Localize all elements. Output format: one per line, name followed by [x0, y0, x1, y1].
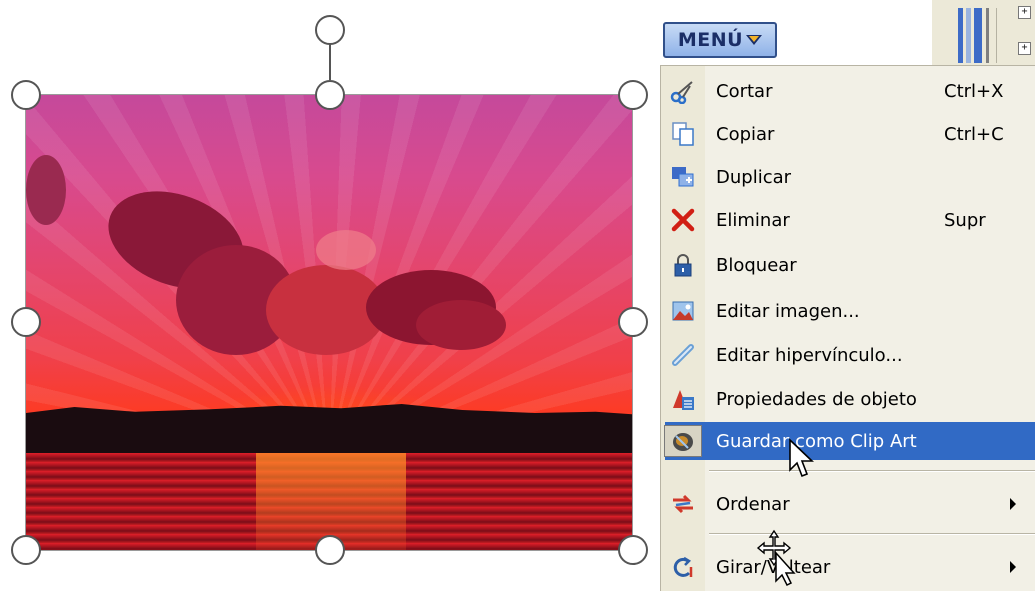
- submenu-arrow-icon: [1010, 498, 1016, 510]
- shortcut-text: Ctrl+C: [944, 123, 1004, 145]
- shortcut-text: Ctrl+X: [944, 80, 1004, 102]
- hyperlink-icon: [665, 340, 701, 370]
- menu-item-lock[interactable]: Bloquear: [665, 246, 1035, 284]
- arrange-icon: [665, 489, 701, 519]
- menu-item-label: Ordenar: [716, 493, 790, 515]
- menu-item-edit-hyperlink[interactable]: Editar hipervínculo...: [665, 336, 1035, 374]
- menu-item-delete[interactable]: Eliminar Supr: [665, 201, 1035, 239]
- menu-item-copy[interactable]: Copiar Ctrl+C: [665, 115, 1035, 153]
- menu-item-duplicate[interactable]: Duplicar: [665, 158, 1035, 196]
- rotation-handle-line: [329, 44, 331, 80]
- mouse-pointer-icon: [789, 438, 814, 478]
- copy-icon: [665, 119, 701, 149]
- scissors-icon: [665, 76, 701, 106]
- menu-item-arrange[interactable]: Ordenar: [665, 485, 1035, 523]
- dropdown-arrow-icon: [746, 35, 763, 45]
- rotation-handle[interactable]: [315, 15, 345, 45]
- menu-item-label: Guardar como Clip Art: [716, 430, 917, 452]
- resize-handle-bottom-left[interactable]: [11, 535, 41, 565]
- menu-item-label: Editar hipervínculo...: [716, 344, 903, 366]
- resize-handle-right[interactable]: [618, 307, 648, 337]
- lock-icon: [665, 250, 701, 280]
- submenu-arrow-icon: [1010, 561, 1016, 573]
- toolbar-bar: [958, 8, 963, 63]
- sunset-image[interactable]: [26, 95, 632, 550]
- menu-item-cut[interactable]: Cortar Ctrl+X: [665, 72, 1035, 110]
- resize-handle-bottom-right[interactable]: [618, 535, 648, 565]
- menu-item-label: Editar imagen...: [716, 300, 860, 322]
- resize-handle-top-right[interactable]: [618, 80, 648, 110]
- rotate-flip-icon: [665, 552, 701, 582]
- resize-handle-top[interactable]: [315, 80, 345, 110]
- move-cursor-icon: [756, 529, 796, 587]
- duplicate-icon: [665, 162, 701, 192]
- menu-item-edit-image[interactable]: Editar imagen...: [665, 292, 1035, 330]
- menu-item-rotate-flip[interactable]: Girar/Voltear: [665, 548, 1035, 586]
- cloud: [26, 155, 66, 225]
- menu-item-save-as-clip-art[interactable]: Guardar como Clip Art: [664, 422, 1035, 460]
- expand-icon[interactable]: +: [1018, 42, 1031, 55]
- context-menu: Cortar Ctrl+X Copiar Ctrl+C Duplicar Eli…: [660, 65, 1035, 591]
- menu-item-label: Bloquear: [716, 254, 797, 276]
- resize-handle-top-left[interactable]: [11, 80, 41, 110]
- menu-item-object-properties[interactable]: Propiedades de objeto: [665, 380, 1035, 418]
- clip-art-icon: [664, 425, 702, 457]
- delete-x-icon: [665, 205, 701, 235]
- expand-icon[interactable]: +: [1018, 6, 1031, 19]
- cloud-highlight: [316, 230, 376, 270]
- menu-separator: [709, 471, 1035, 472]
- cloud: [416, 300, 506, 350]
- menu-item-label: Duplicar: [716, 166, 792, 188]
- menu-item-label: Propiedades de objeto: [716, 388, 917, 410]
- toolbar-bar: [986, 8, 989, 63]
- shortcut-text: Supr: [944, 209, 986, 231]
- menu-button[interactable]: MENÚ: [663, 22, 777, 58]
- resize-handle-left[interactable]: [11, 307, 41, 337]
- object-properties-icon: [665, 384, 701, 414]
- resize-handle-bottom[interactable]: [315, 535, 345, 565]
- toolbar-bar: [974, 8, 982, 63]
- edit-image-icon: [665, 296, 701, 326]
- toolbar-divider: [996, 8, 1001, 63]
- menu-item-label: Eliminar: [716, 209, 790, 231]
- toolbar-bar: [966, 8, 971, 63]
- menu-button-label: MENÚ: [677, 29, 744, 51]
